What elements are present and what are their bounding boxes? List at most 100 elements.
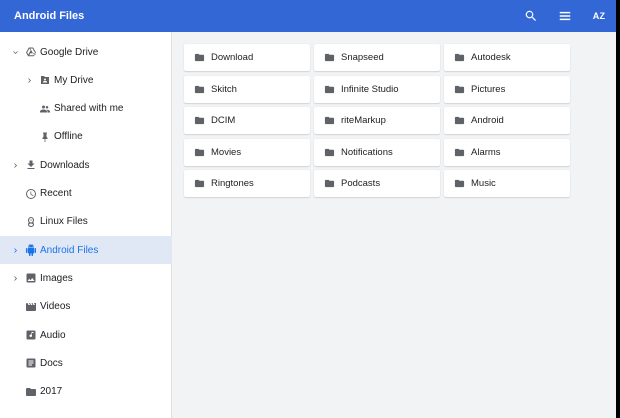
chevron-right-icon[interactable] — [10, 245, 20, 255]
folder-tile[interactable]: Download — [184, 44, 310, 71]
sidebar-item-label: My Drive — [54, 74, 94, 86]
app-header: Android Files AZ — [0, 0, 616, 32]
folder-name: Ringtones — [211, 178, 254, 189]
folder-name: Android — [471, 115, 504, 126]
folder-icon — [453, 52, 465, 64]
folder-tile[interactable]: DCIM — [184, 107, 310, 134]
folder-tile[interactable]: Infinite Studio — [314, 75, 440, 103]
folder-icon — [25, 386, 37, 398]
folder-name: Infinite Studio — [341, 83, 399, 95]
pin-icon — [39, 131, 51, 143]
folder-tile[interactable]: Skitch — [184, 75, 310, 103]
sidebar-item-audio[interactable]: Audio — [0, 321, 172, 349]
sidebar-item-label: Videos — [40, 301, 71, 313]
folder-name: Notifications — [341, 146, 393, 158]
sidebar-item-videos[interactable]: Videos — [0, 293, 172, 321]
sidebar-item-google-drive[interactable]: Google Drive — [0, 38, 172, 66]
files-app-window: Android Files AZ Google Drive My Drive Sha… — [0, 0, 616, 418]
folder-icon — [323, 146, 335, 158]
sidebar-item-images[interactable]: Images — [0, 264, 172, 292]
folder-tile[interactable]: Music — [444, 170, 570, 197]
sort-label: AZ — [592, 11, 606, 21]
folder-name: Download — [211, 52, 254, 63]
folder-tile[interactable]: Alarms — [444, 138, 570, 166]
folder-name: Alarms — [471, 146, 501, 158]
sidebar-item-label: Audio — [40, 329, 66, 341]
folder-name: Music — [471, 178, 496, 189]
folder-tile[interactable]: Autodesk — [444, 44, 570, 71]
folder-icon — [193, 83, 205, 95]
folder-name: Autodesk — [471, 52, 511, 63]
video-icon — [25, 301, 37, 313]
android-icon — [25, 244, 37, 257]
folder-icon — [323, 115, 335, 127]
sidebar-item-shared-with-me[interactable]: Shared with me — [0, 95, 172, 123]
sidebar-item-label: Docs — [40, 357, 63, 369]
folder-name: Skitch — [211, 83, 237, 95]
folder-name: Snapseed — [341, 52, 384, 63]
sort-button[interactable]: AZ — [582, 0, 616, 32]
folder-icon — [193, 52, 205, 64]
my-drive-icon — [39, 74, 51, 86]
folder-tile[interactable]: Android — [444, 107, 570, 134]
app-title: Android Files — [14, 10, 85, 22]
audio-icon — [25, 329, 37, 341]
sidebar-item-label: Offline — [54, 131, 83, 143]
folder-tile[interactable]: Podcasts — [314, 170, 440, 197]
sidebar-item-label: 2017 — [40, 386, 63, 398]
folder-icon — [193, 178, 205, 190]
folder-tile[interactable]: Notifications — [314, 138, 440, 166]
sidebar-item-label: Shared with me — [54, 103, 124, 115]
view-toggle-button[interactable] — [548, 0, 582, 32]
list-view-icon — [559, 11, 571, 21]
sidebar-item-recent[interactable]: Recent — [0, 180, 172, 208]
folder-icon — [193, 115, 205, 127]
docs-icon — [25, 357, 37, 369]
sidebar-item-label: Android Files — [40, 244, 99, 256]
people-icon — [39, 103, 51, 115]
sidebar-item-label: Downloads — [40, 159, 90, 171]
sidebar-item-label: Images — [40, 272, 73, 284]
sidebar-item-label: Recent — [40, 188, 72, 199]
folder-icon — [453, 83, 465, 95]
sidebar-item-docs[interactable]: Docs — [0, 349, 172, 377]
chevron-right-icon[interactable] — [10, 160, 20, 170]
sidebar-item-offline[interactable]: Offline — [0, 123, 172, 151]
folder-name: Pictures — [471, 83, 506, 95]
sidebar-item-label: Google Drive — [40, 46, 99, 58]
folder-tile[interactable]: Pictures — [444, 75, 570, 103]
folder-tile[interactable]: Movies — [184, 138, 310, 166]
folder-tile[interactable]: Snapseed — [314, 44, 440, 71]
folder-icon — [453, 146, 465, 158]
chevron-down-icon[interactable] — [10, 47, 20, 57]
sidebar: Google Drive My Drive Shared with me Offlin… — [0, 32, 172, 418]
folder-icon — [323, 178, 335, 190]
folder-icon — [323, 52, 335, 64]
image-icon — [25, 272, 37, 284]
clock-icon — [25, 188, 37, 200]
folder-name: DCIM — [211, 115, 236, 126]
sidebar-item-my-drive[interactable]: My Drive — [0, 66, 172, 94]
penguin-icon — [25, 216, 37, 228]
search-icon — [525, 10, 536, 21]
chevron-right-icon[interactable] — [10, 273, 20, 283]
folder-name: Podcasts — [341, 178, 381, 189]
folder-icon — [453, 115, 465, 127]
folder-name: riteMarkup — [341, 115, 386, 126]
folder-icon — [193, 146, 205, 158]
search-button[interactable] — [514, 0, 548, 32]
folder-tile[interactable]: Ringtones — [184, 170, 310, 197]
drive-icon — [25, 46, 37, 58]
folder-name: Movies — [211, 146, 242, 158]
sidebar-item-label: Linux Files — [40, 216, 88, 228]
folder-grid: Download Snapseed Autodesk Skitch Infinite S… — [184, 44, 570, 197]
sidebar-item-linux-files[interactable]: Linux Files — [0, 208, 172, 236]
folder-icon — [323, 83, 335, 95]
sidebar-item-android-files[interactable]: Android Files — [0, 236, 172, 265]
download-icon — [25, 159, 37, 171]
chevron-right-icon[interactable] — [24, 75, 34, 85]
sidebar-item-2017[interactable]: 2017 — [0, 378, 172, 406]
folder-tile[interactable]: riteMarkup — [314, 107, 440, 134]
sidebar-item-downloads[interactable]: Downloads — [0, 151, 172, 179]
folder-icon — [453, 178, 465, 190]
